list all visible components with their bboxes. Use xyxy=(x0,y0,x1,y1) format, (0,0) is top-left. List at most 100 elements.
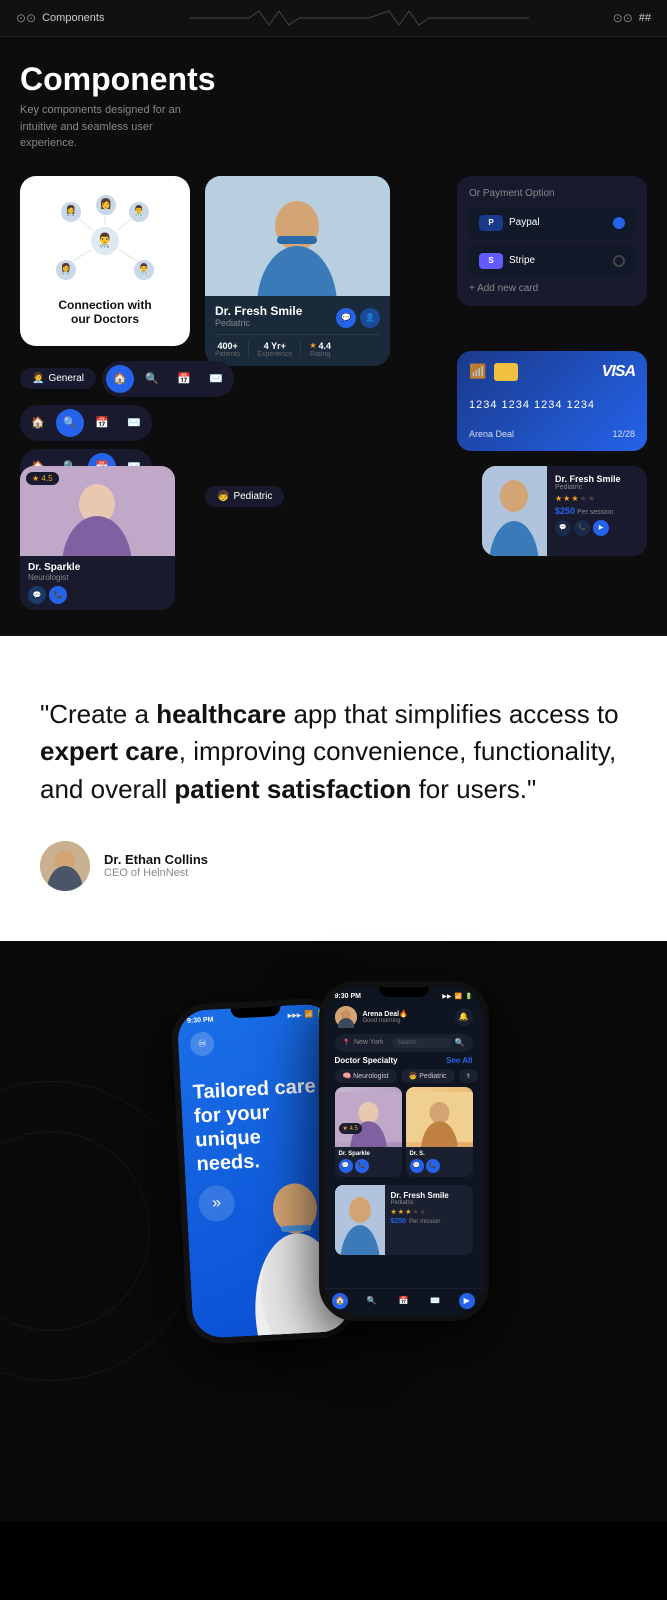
fresh-mini-price: $250 xyxy=(555,506,575,516)
home-tab-1[interactable]: 🏠 xyxy=(106,365,134,393)
fresh-mini-stars: ★ ★ ★ ★ ★ xyxy=(555,494,639,503)
rating-value: 4.4 xyxy=(319,341,332,351)
neurologist-chip-icon: 🧠 xyxy=(343,1073,352,1080)
user-info: Arena Deal🔥 Good morning xyxy=(335,1006,408,1028)
sparkle-call-btn[interactable]: 📞 xyxy=(49,586,67,604)
search-tab-2[interactable]: 🔍 xyxy=(56,409,84,437)
mini-call-btn-2[interactable]: 📞 xyxy=(426,1159,440,1173)
doctor-image-svg xyxy=(205,176,390,296)
author-avatar-svg xyxy=(40,841,90,891)
fresh-msg-btn[interactable]: 💬 xyxy=(555,520,571,536)
add-card-button[interactable]: + Add new card xyxy=(469,283,635,294)
nav-forward[interactable]: ▶ xyxy=(459,1293,475,1309)
phone-fresh-card: Dr. Fresh Smile Pediatric ★ ★ ★ ★ ★ $250… xyxy=(335,1185,473,1255)
rating-label: Rating xyxy=(310,351,330,358)
nav-home[interactable]: 🏠 xyxy=(332,1293,348,1309)
pediatric-chip[interactable]: 🧒 Pediatric xyxy=(401,1069,455,1083)
phone-2-time: 9:30 PM xyxy=(335,993,361,1000)
stripe-option[interactable]: S Stripe xyxy=(469,245,635,277)
home-tab-2[interactable]: 🏠 xyxy=(24,409,52,437)
phone-doc-name-1: Dr. Sparkle xyxy=(339,1151,398,1157)
phone-bottom-nav: 🏠 🔍 📅 ✉️ ▶ xyxy=(325,1288,483,1315)
home-nav-icon: 🏠 xyxy=(332,1293,348,1309)
phone-fresh-name: Dr. Fresh Smile xyxy=(391,1191,467,1200)
doc-rating-badge: ★ 4.5 xyxy=(339,1123,362,1134)
search-tab-1[interactable]: 🔍 xyxy=(138,365,166,393)
pediatric-badge[interactable]: 🧒 Pediatric xyxy=(205,486,284,507)
quote-bold-3: patient satisfaction xyxy=(174,774,411,804)
user-text: Arena Deal🔥 Good morning xyxy=(363,1010,408,1024)
pf-star-4: ★ xyxy=(412,1208,418,1216)
user-name: Arena Deal🔥 xyxy=(363,1010,408,1018)
pf-star-1: ★ xyxy=(391,1208,397,1216)
mini-msg-btn-2[interactable]: 💬 xyxy=(410,1159,424,1173)
visa-card: 📶 VISA 1234 1234 1234 1234 Arena Deal 12… xyxy=(457,351,647,451)
heartbeat-svg xyxy=(189,8,529,28)
dr-sparkle-card: ★ 4.5 Dr. Sparkle Neurologist 💬 📞 xyxy=(20,466,175,610)
user-greeting: Good morning xyxy=(363,1018,408,1024)
see-all-link[interactable]: See All xyxy=(446,1056,472,1065)
stat-patients: 400+ Patients xyxy=(215,341,240,358)
star-1: ★ xyxy=(555,494,562,503)
doctor-stats: 400+ Patients 4 Yr+ Experience ★ 4.4 xyxy=(215,334,380,358)
quote-section: "Create a healthcare app that simplifies… xyxy=(0,636,667,941)
phone-2-status-icons: ▶▶ 📶 🔋 xyxy=(442,993,472,1000)
stripe-radio[interactable] xyxy=(613,255,625,267)
search-bar[interactable]: 📍 New York Search 🔍 xyxy=(335,1034,473,1052)
phone-doctor-card-2: Dr. S. 💬 📞 xyxy=(406,1087,473,1177)
search-input[interactable]: Search xyxy=(392,1038,451,1048)
paypal-option[interactable]: P Paypal xyxy=(469,207,635,239)
mail-tab-2[interactable]: ✉️ xyxy=(120,409,148,437)
card-number: 1234 1234 1234 1234 xyxy=(469,399,635,411)
phone-doc-img-2 xyxy=(406,1087,473,1147)
message-btn[interactable]: 💬 xyxy=(336,308,356,328)
neurologist-chip[interactable]: 🧠 Neurologist xyxy=(335,1069,397,1083)
visa-logo: VISA xyxy=(602,363,635,381)
doc-img-svg-1 xyxy=(335,1087,402,1147)
phone-2-notch xyxy=(379,987,429,997)
phone-fresh-price: $250 xyxy=(391,1218,407,1225)
general-label: General xyxy=(48,373,84,384)
search-icon: 🔍 xyxy=(455,1038,465,1047)
user-avatar-svg xyxy=(335,1006,357,1028)
fresh-call-btn[interactable]: 📞 xyxy=(574,520,590,536)
quote-paragraph: "Create a healthcare app that simplifies… xyxy=(40,696,627,809)
paypal-logo: P xyxy=(479,215,503,231)
profile-btn[interactable]: 👤 xyxy=(360,308,380,328)
general-badge[interactable]: 🧑‍💼 General xyxy=(20,368,96,389)
patients-label: Patients xyxy=(215,351,240,358)
nav-calendar[interactable]: 📅 xyxy=(395,1293,411,1309)
paypal-radio[interactable] xyxy=(613,217,625,229)
phone-2-header: Arena Deal🔥 Good morning 🔔 xyxy=(325,1000,483,1034)
doctors-grid: ★ 4.5 Dr. Sparkle 💬 📞 xyxy=(325,1083,483,1181)
nav-mail[interactable]: ✉️ xyxy=(427,1293,443,1309)
top-navigation: ⊙⊙ Components ⊙⊙ ## xyxy=(0,0,667,37)
nav-tabs-2: 🏠 🔍 📅 ✉️ xyxy=(20,405,152,441)
add-card-label: + Add new card xyxy=(469,283,538,294)
fresh-img-svg xyxy=(335,1185,385,1255)
dr-fresh-mini-card: Dr. Fresh Smile Pediatric ★ ★ ★ ★ ★ $250… xyxy=(482,466,647,556)
stat-experience: 4 Yr+ Experience xyxy=(257,341,292,358)
notification-bell-icon[interactable]: 🔔 xyxy=(455,1008,473,1026)
fresh-nav-btn[interactable]: ▶ xyxy=(593,520,609,536)
star-3: ★ xyxy=(571,494,578,503)
nav-search[interactable]: 🔍 xyxy=(364,1293,380,1309)
fresh-mini-per-session: Per session xyxy=(577,509,614,516)
mail-tab-1[interactable]: ✉️ xyxy=(202,365,230,393)
mini-msg-btn[interactable]: 💬 xyxy=(339,1159,353,1173)
calendar-nav-icon: 📅 xyxy=(395,1293,411,1309)
connection-title: Connection withour Doctors xyxy=(58,298,151,326)
mini-call-btn[interactable]: 📞 xyxy=(355,1159,369,1173)
paypal-left: P Paypal xyxy=(479,215,540,231)
avatar-1: 👩‍⚕️ xyxy=(60,201,82,223)
phone-1-arrow-btn[interactable]: » xyxy=(197,1184,235,1222)
more-chip[interactable]: ⚕ xyxy=(459,1069,479,1083)
calendar-tab-1[interactable]: 📅 xyxy=(170,365,198,393)
avatar-5: 👩 xyxy=(95,194,117,216)
doctor-info: Dr. Fresh Smile Pediatric 💬 👤 400+ Patie… xyxy=(205,296,390,366)
avatar-3: 👩‍⚕️ xyxy=(55,259,77,281)
calendar-tab-2[interactable]: 📅 xyxy=(88,409,116,437)
location-label: New York xyxy=(354,1039,384,1046)
experience-label: Experience xyxy=(257,351,292,358)
sparkle-msg-btn[interactable]: 💬 xyxy=(28,586,46,604)
